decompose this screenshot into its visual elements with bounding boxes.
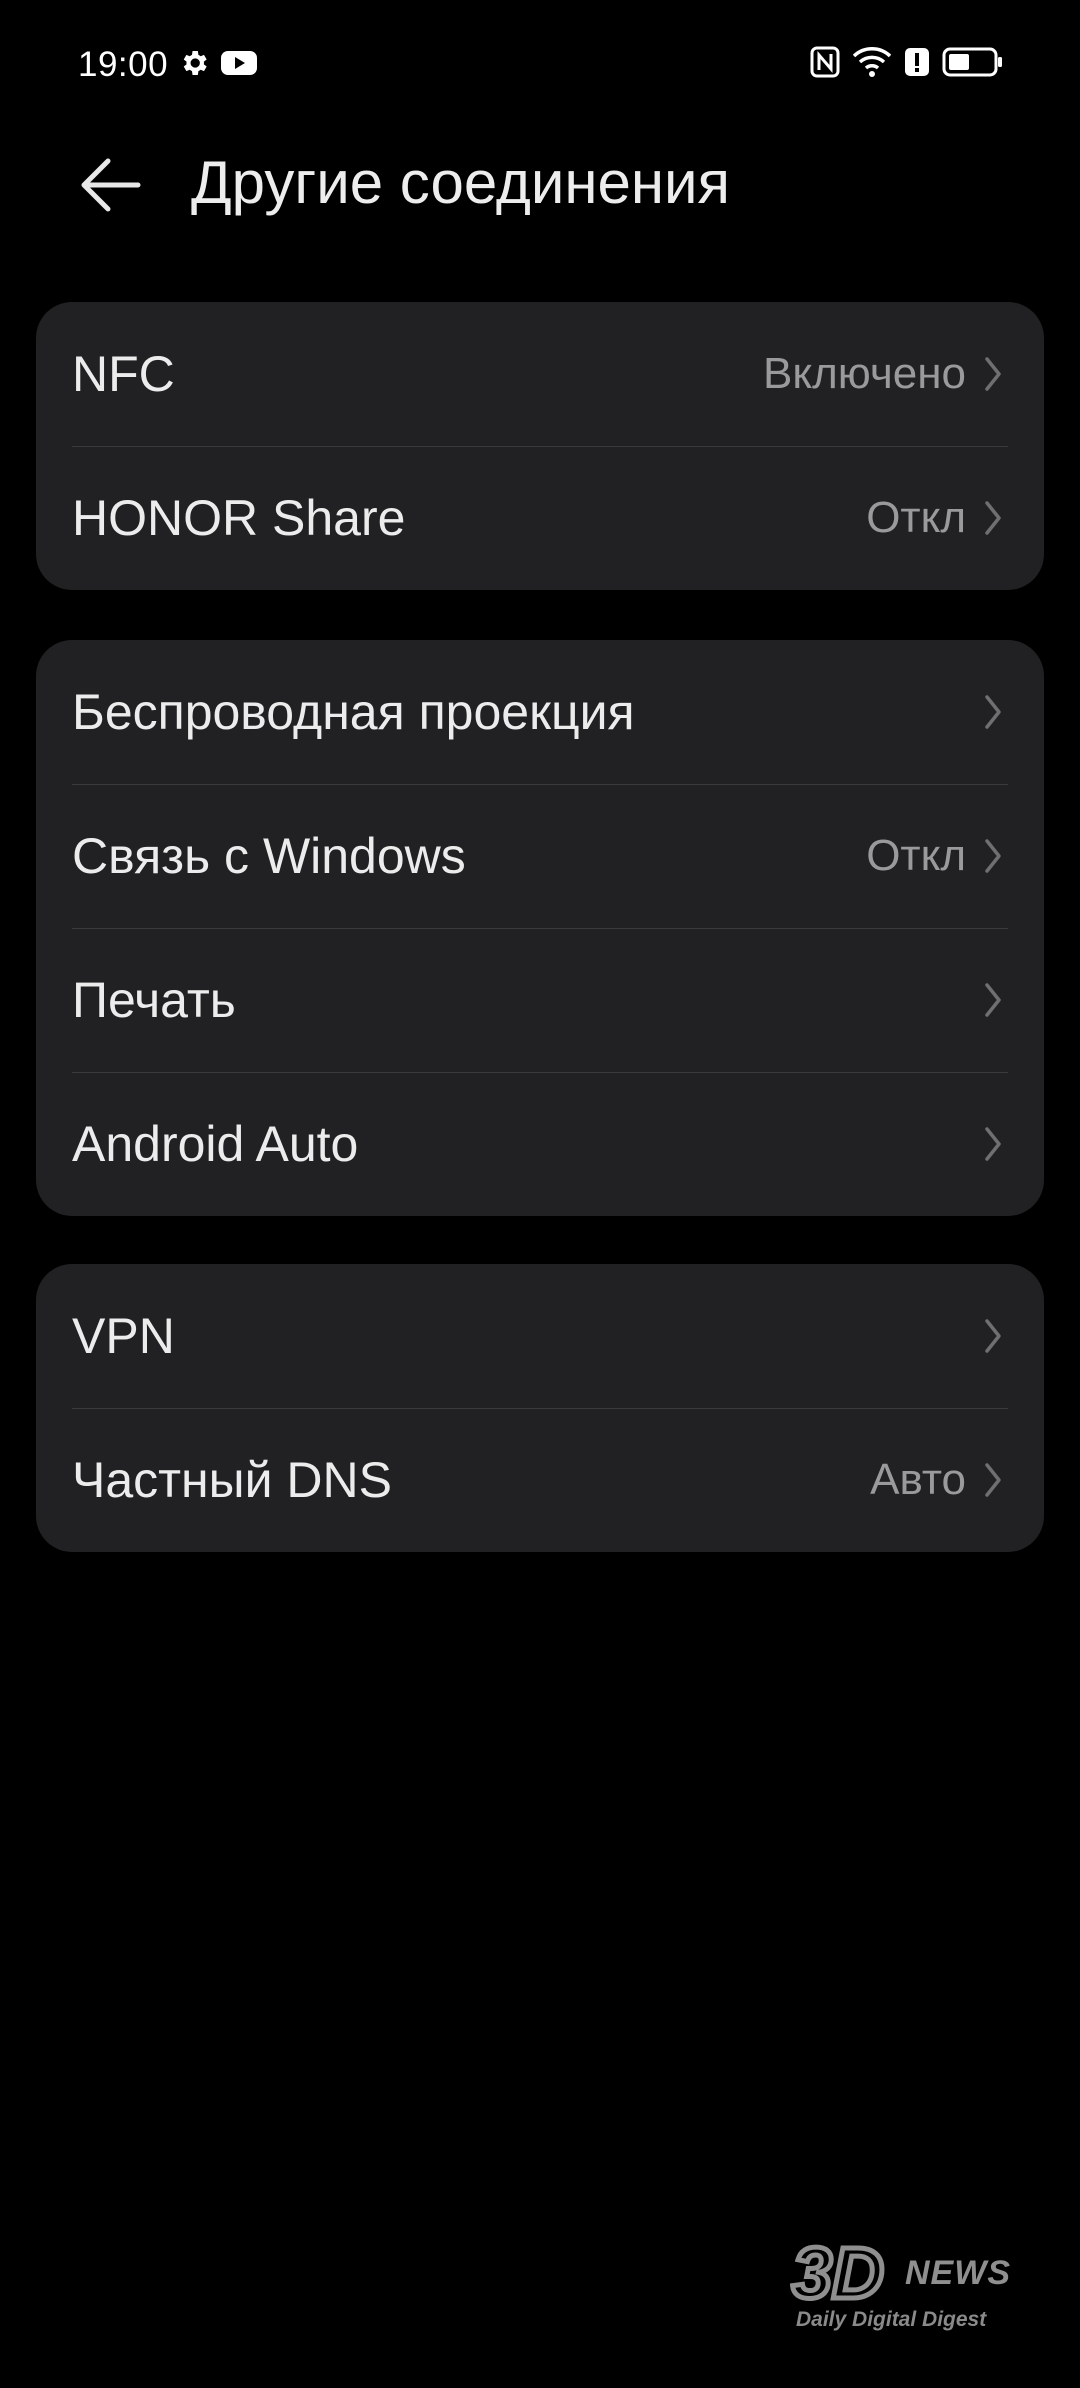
chevron-right-icon <box>982 692 1004 732</box>
status-right <box>810 44 1004 84</box>
page-title: Другие соединения <box>191 149 731 216</box>
wifi-icon <box>852 45 892 84</box>
settings-group-network: VPN Частный DNS Авто <box>36 1264 1044 1552</box>
header: Другие соединения <box>0 130 1080 240</box>
row-label: VPN <box>72 1308 175 1364</box>
row-value: Включено <box>763 349 966 398</box>
row-label: Android Auto <box>72 1116 359 1172</box>
svg-text:3D: 3D <box>792 2240 884 2310</box>
row-label: Беспроводная проекция <box>72 684 635 740</box>
settings-group-sharing: NFC Включено HONOR Share Откл <box>36 302 1044 590</box>
vpn-row[interactable]: VPN <box>36 1264 1044 1408</box>
nfc-icon <box>810 46 840 83</box>
row-label: Связь с Windows <box>72 828 466 884</box>
watermark-brand: NEWS <box>905 2254 1011 2292</box>
chevron-right-icon <box>982 1316 1004 1356</box>
printing-row[interactable]: Печать <box>36 928 1044 1072</box>
row-value: Авто <box>870 1455 966 1504</box>
row-value: Откл <box>866 831 966 880</box>
status-bar: 19:00 <box>0 0 1080 130</box>
gear-icon <box>178 47 210 84</box>
wireless-projection-row[interactable]: Беспроводная проекция <box>36 640 1044 784</box>
nfc-row[interactable]: NFC Включено <box>36 302 1044 446</box>
chevron-right-icon <box>982 1460 1004 1500</box>
youtube-icon <box>220 48 258 83</box>
chevron-right-icon <box>982 498 1004 538</box>
3d-logo-icon: 3D <box>790 2240 887 2310</box>
chevron-right-icon <box>982 354 1004 394</box>
android-auto-row[interactable]: Android Auto <box>36 1072 1044 1216</box>
chevron-right-icon <box>982 1124 1004 1164</box>
row-label: Печать <box>72 972 236 1028</box>
arrow-left-icon <box>81 158 141 212</box>
alert-icon <box>904 46 930 83</box>
row-label: Частный DNS <box>72 1452 392 1508</box>
chevron-right-icon <box>982 836 1004 876</box>
windows-link-row[interactable]: Связь с Windows Откл <box>36 784 1044 928</box>
battery-icon <box>942 46 1004 83</box>
back-button[interactable] <box>70 150 150 220</box>
row-label: HONOR Share <box>72 490 406 546</box>
watermark-tagline: Daily Digital Digest <box>796 2308 987 2331</box>
honor-share-row[interactable]: HONOR Share Откл <box>36 446 1044 590</box>
status-time: 19:00 <box>78 45 169 84</box>
private-dns-row[interactable]: Частный DNS Авто <box>36 1408 1044 1552</box>
row-label: NFC <box>72 346 175 402</box>
chevron-right-icon <box>982 980 1004 1020</box>
settings-group-devices: Беспроводная проекция Связь с Windows От… <box>36 640 1044 1216</box>
watermark-3dnews: 3D NEWS Daily Digital Digest <box>790 2240 1040 2340</box>
status-left: 19:00 <box>78 40 258 90</box>
row-value: Откл <box>866 493 966 542</box>
